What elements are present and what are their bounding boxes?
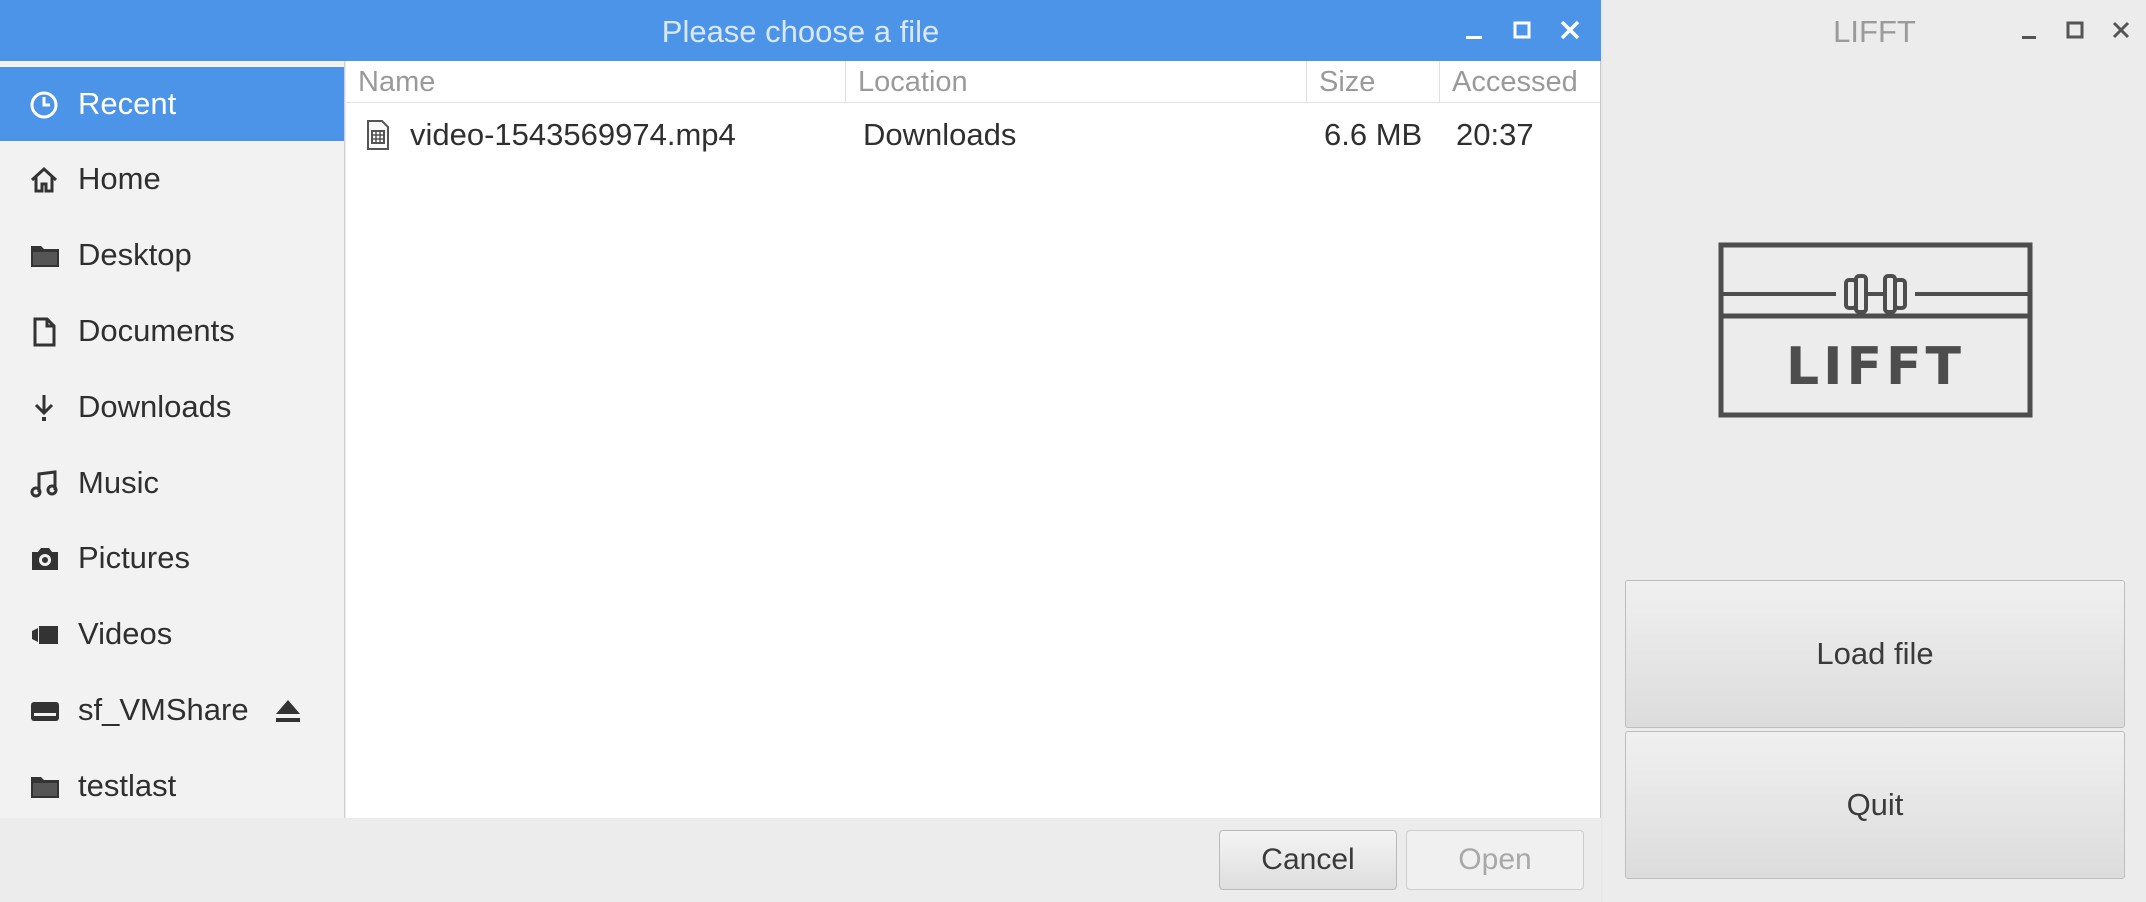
logo-text: LIFFT	[1786, 337, 1965, 397]
music-icon	[28, 468, 62, 500]
column-header-accessed[interactable]: Accessed	[1440, 61, 1600, 103]
video-file-icon	[366, 119, 390, 151]
file-list: Name Location Size Accessed video-154356…	[346, 61, 1600, 818]
camera-icon	[28, 543, 62, 575]
clock-icon	[28, 89, 62, 121]
eject-icon[interactable]	[272, 695, 304, 725]
minimize-icon[interactable]	[2013, 14, 2045, 46]
sidebar-item-home[interactable]: Home	[0, 142, 344, 216]
maximize-icon[interactable]	[2059, 14, 2091, 46]
close-icon[interactable]	[1554, 14, 1586, 46]
quit-button[interactable]: Quit	[1625, 731, 2125, 879]
sidebar-item-sf-vmshare[interactable]: sf_VMShare	[0, 673, 344, 747]
cancel-button[interactable]: Cancel	[1219, 830, 1397, 890]
folder-icon	[28, 771, 62, 803]
sidebar-item-label: Documents	[78, 313, 235, 348]
places-sidebar: Recent Home Desktop Documents Downloads	[0, 61, 345, 818]
open-button[interactable]: Open	[1406, 830, 1584, 890]
sidebar-item-videos[interactable]: Videos	[0, 597, 344, 671]
sidebar-item-downloads[interactable]: Downloads	[0, 370, 344, 444]
sidebar-item-label: testlast	[78, 768, 177, 803]
sidebar-item-label: Pictures	[78, 540, 190, 575]
sidebar-item-pictures[interactable]: Pictures	[0, 521, 344, 595]
sidebar-item-recent[interactable]: Recent	[0, 67, 344, 141]
table-row[interactable]: video-1543569974.mp4 Downloads 6.6 MB 20…	[346, 111, 1600, 161]
sidebar-item-label: Downloads	[78, 389, 232, 424]
lifft-logo: LIFFT	[1718, 242, 2033, 418]
lifft-window: LIFFT LIFFT Load file Quit	[1603, 0, 2146, 902]
sidebar-item-label: Videos	[78, 616, 173, 651]
video-icon	[28, 619, 62, 651]
dialog-title: Please choose a file	[661, 14, 940, 49]
sidebar-item-music[interactable]: Music	[0, 446, 344, 520]
sidebar-item-label: sf_VMShare	[78, 692, 249, 727]
sidebar-item-testlast[interactable]: testlast	[0, 749, 344, 818]
sidebar-item-documents[interactable]: Documents	[0, 294, 344, 368]
sidebar-item-label: Recent	[78, 86, 177, 121]
sidebar-item-label: Music	[78, 465, 159, 500]
document-icon	[28, 316, 62, 348]
download-icon	[28, 392, 62, 424]
drive-icon	[28, 695, 62, 727]
folder-icon	[28, 240, 62, 272]
file-accessed: 20:37	[1456, 117, 1534, 152]
sidebar-item-label: Home	[78, 161, 161, 196]
maximize-icon[interactable]	[1506, 14, 1538, 46]
column-header-size[interactable]: Size	[1307, 61, 1440, 103]
dialog-titlebar[interactable]: Please choose a file	[0, 0, 1601, 61]
file-location: Downloads	[863, 117, 1017, 152]
close-icon[interactable]	[2105, 14, 2137, 46]
file-size: 6.6 MB	[1324, 117, 1423, 152]
file-chooser-dialog: Please choose a file Recent Home Desktop…	[0, 0, 1601, 902]
file-list-header: Name Location Size Accessed	[346, 61, 1600, 103]
file-name: video-1543569974.mp4	[410, 117, 736, 152]
dumbbell-icon	[1844, 274, 1907, 314]
load-file-button[interactable]: Load file	[1625, 580, 2125, 728]
column-header-location[interactable]: Location	[846, 61, 1307, 103]
sidebar-item-desktop[interactable]: Desktop	[0, 218, 344, 292]
home-icon	[28, 164, 62, 196]
column-header-name[interactable]: Name	[346, 61, 846, 103]
minimize-icon[interactable]	[1458, 14, 1490, 46]
sidebar-item-label: Desktop	[78, 237, 192, 272]
dialog-footer: Cancel Open	[0, 818, 1601, 902]
